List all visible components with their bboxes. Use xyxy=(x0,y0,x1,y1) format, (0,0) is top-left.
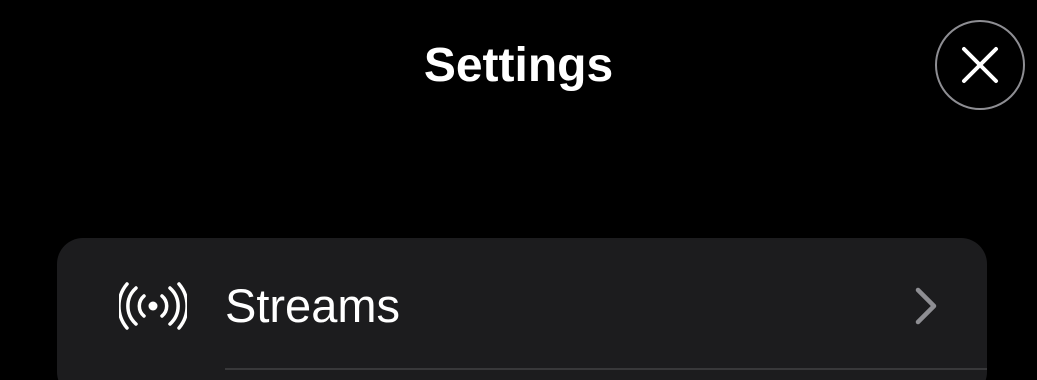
close-icon xyxy=(962,47,998,83)
settings-item-streams[interactable]: Streams xyxy=(57,238,987,370)
close-button[interactable] xyxy=(935,20,1025,110)
row-divider xyxy=(225,368,987,370)
settings-item-label: Streams xyxy=(225,279,400,332)
broadcast-icon xyxy=(119,282,187,330)
settings-screen: Settings Streams xyxy=(0,0,1037,380)
chevron-right-icon xyxy=(915,287,937,325)
page-title: Settings xyxy=(423,39,614,92)
settings-list: Streams xyxy=(57,238,987,380)
